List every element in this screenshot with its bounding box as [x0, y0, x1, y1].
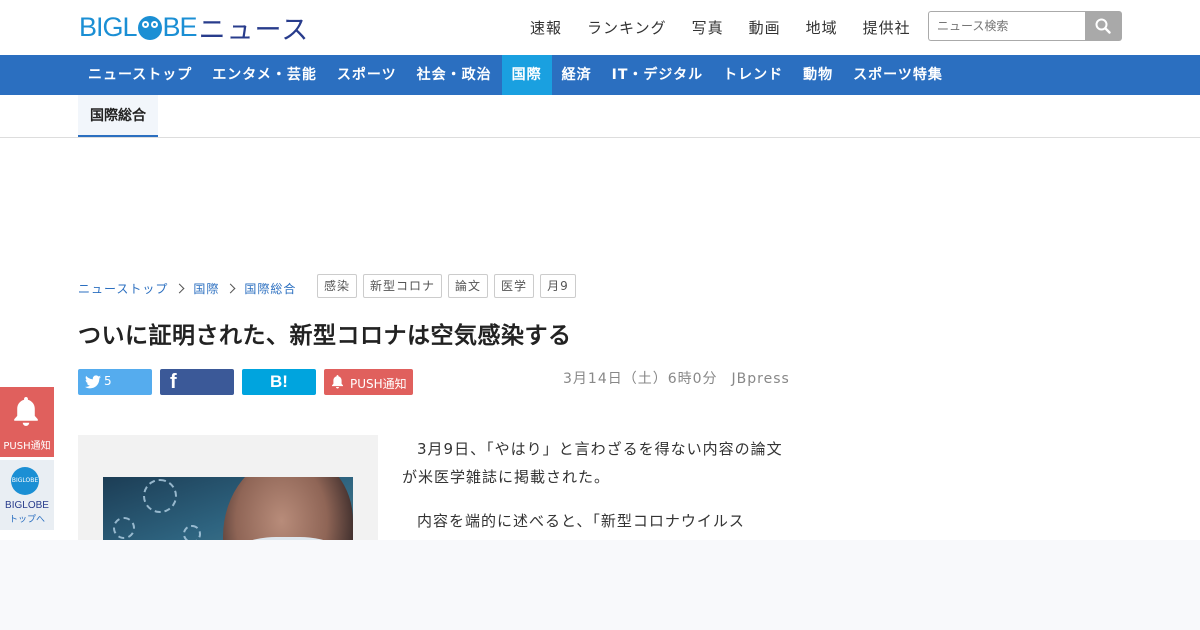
search-icon	[1095, 18, 1111, 34]
nav-society-politics[interactable]: 社会・政治	[407, 55, 502, 95]
top-nav: 速報 ランキング 写真 動画 地域 提供社	[530, 17, 936, 38]
article-image-frame	[78, 435, 378, 540]
bell-icon	[14, 397, 38, 426]
nav-economy[interactable]: 経済	[552, 55, 602, 95]
topnav-photos[interactable]: 写真	[692, 17, 724, 38]
twitter-icon	[85, 375, 101, 389]
subnav-international-general[interactable]: 国際総合	[78, 95, 158, 137]
push-label: PUSH通知	[350, 377, 407, 391]
page: BIGL BE ニュース 速報 ランキング 写真 動画 地域 提供社 ニュースト…	[0, 0, 1200, 540]
side-push-notification[interactable]: PUSH通知	[0, 387, 54, 457]
logo-text-start: BIGL	[79, 11, 138, 42]
nav-animals[interactable]: 動物	[793, 55, 843, 95]
share-buttons: 5 f B! PUSH通知	[78, 369, 413, 395]
topnav-breaking[interactable]: 速報	[530, 17, 562, 38]
search-box	[928, 11, 1122, 41]
twitter-share-count: 5	[104, 374, 112, 388]
breadcrumb-news-top[interactable]: ニューストップ	[78, 280, 168, 297]
nav-news-top[interactable]: ニューストップ	[78, 55, 202, 95]
article-meta: 3月14日（土）6時0分 JBpress	[563, 368, 790, 388]
side-push-label: PUSH通知	[3, 441, 51, 452]
tag-paper[interactable]: 論文	[448, 274, 489, 298]
side-top-label: BIGLOBE	[5, 500, 49, 511]
nav-sports[interactable]: スポーツ	[327, 55, 407, 95]
topnav-providers[interactable]: 提供社	[863, 17, 911, 38]
breadcrumb-international-general[interactable]: 国際総合	[244, 280, 296, 297]
breadcrumb: ニューストップ 国際 国際総合	[78, 280, 296, 297]
nav-trend[interactable]: トレンド	[713, 55, 793, 95]
article-photo[interactable]	[103, 477, 353, 540]
logo-text-end: BE	[162, 11, 198, 42]
header: BIGL BE ニュース 速報 ランキング 写真 動画 地域 提供社	[0, 0, 1200, 55]
chevron-right-icon	[174, 283, 185, 294]
tag-medicine[interactable]: 医学	[494, 274, 535, 298]
tag-new-corona[interactable]: 新型コロナ	[363, 274, 443, 298]
main-nav: ニューストップ エンタメ・芸能 スポーツ 社会・政治 国際 経済 IT・デジタル…	[0, 55, 1200, 95]
nav-entertainment[interactable]: エンタメ・芸能	[202, 55, 327, 95]
chevron-right-icon	[225, 283, 236, 294]
push-notification-button[interactable]: PUSH通知	[324, 369, 413, 395]
nav-it-digital[interactable]: IT・デジタル	[602, 55, 713, 95]
article-paragraph: 3月9日、「やはり」と言わざるを得ない内容の論文が米医学雑誌に掲載された。	[402, 440, 783, 486]
facebook-share-button[interactable]: f	[160, 369, 234, 395]
article-source[interactable]: JBpress	[732, 371, 790, 387]
bell-icon	[332, 375, 343, 389]
twitter-share-button[interactable]: 5	[78, 369, 152, 395]
search-button[interactable]	[1085, 11, 1122, 41]
sub-nav: 国際総合	[0, 95, 1200, 138]
hatena-bookmark-button[interactable]: B!	[242, 369, 316, 395]
tag-getsu9[interactable]: 月9	[540, 274, 576, 298]
topnav-region[interactable]: 地域	[806, 17, 838, 38]
biglobe-news-logo[interactable]: BIGL BE ニュース	[79, 10, 310, 46]
biglobe-badge-icon: BIGLOBE	[11, 467, 39, 495]
search-input[interactable]	[928, 11, 1085, 41]
logo-news-text: ニュース	[198, 14, 310, 46]
logo-mascot-icon	[137, 16, 162, 40]
article-body: 3月9日、「やはり」と言わざるを得ない内容の論文が米医学雑誌に掲載された。 内容…	[402, 435, 792, 540]
article-paragraph: 内容を端的に述べると、「新型コロナウイルス	[417, 512, 745, 530]
facebook-icon: f	[170, 371, 177, 393]
article-date: 3月14日（土）6時0分	[563, 371, 718, 387]
hatena-icon: B!	[270, 372, 288, 391]
nav-sports-special[interactable]: スポーツ特集	[843, 55, 953, 95]
nav-international[interactable]: 国際	[501, 55, 552, 95]
article-title: ついに証明された、新型コロナは空気感染する	[78, 323, 572, 349]
tag-list: 感染 新型コロナ 論文 医学 月9	[317, 274, 576, 298]
topnav-ranking[interactable]: ランキング	[587, 17, 667, 38]
side-top-sublabel: トップへ	[8, 515, 45, 525]
breadcrumb-international[interactable]: 国際	[193, 280, 219, 297]
tag-infection[interactable]: 感染	[317, 274, 358, 298]
topnav-videos[interactable]: 動画	[749, 17, 781, 38]
side-biglobe-top-link[interactable]: BIGLOBE BIGLOBE トップへ	[0, 460, 54, 530]
